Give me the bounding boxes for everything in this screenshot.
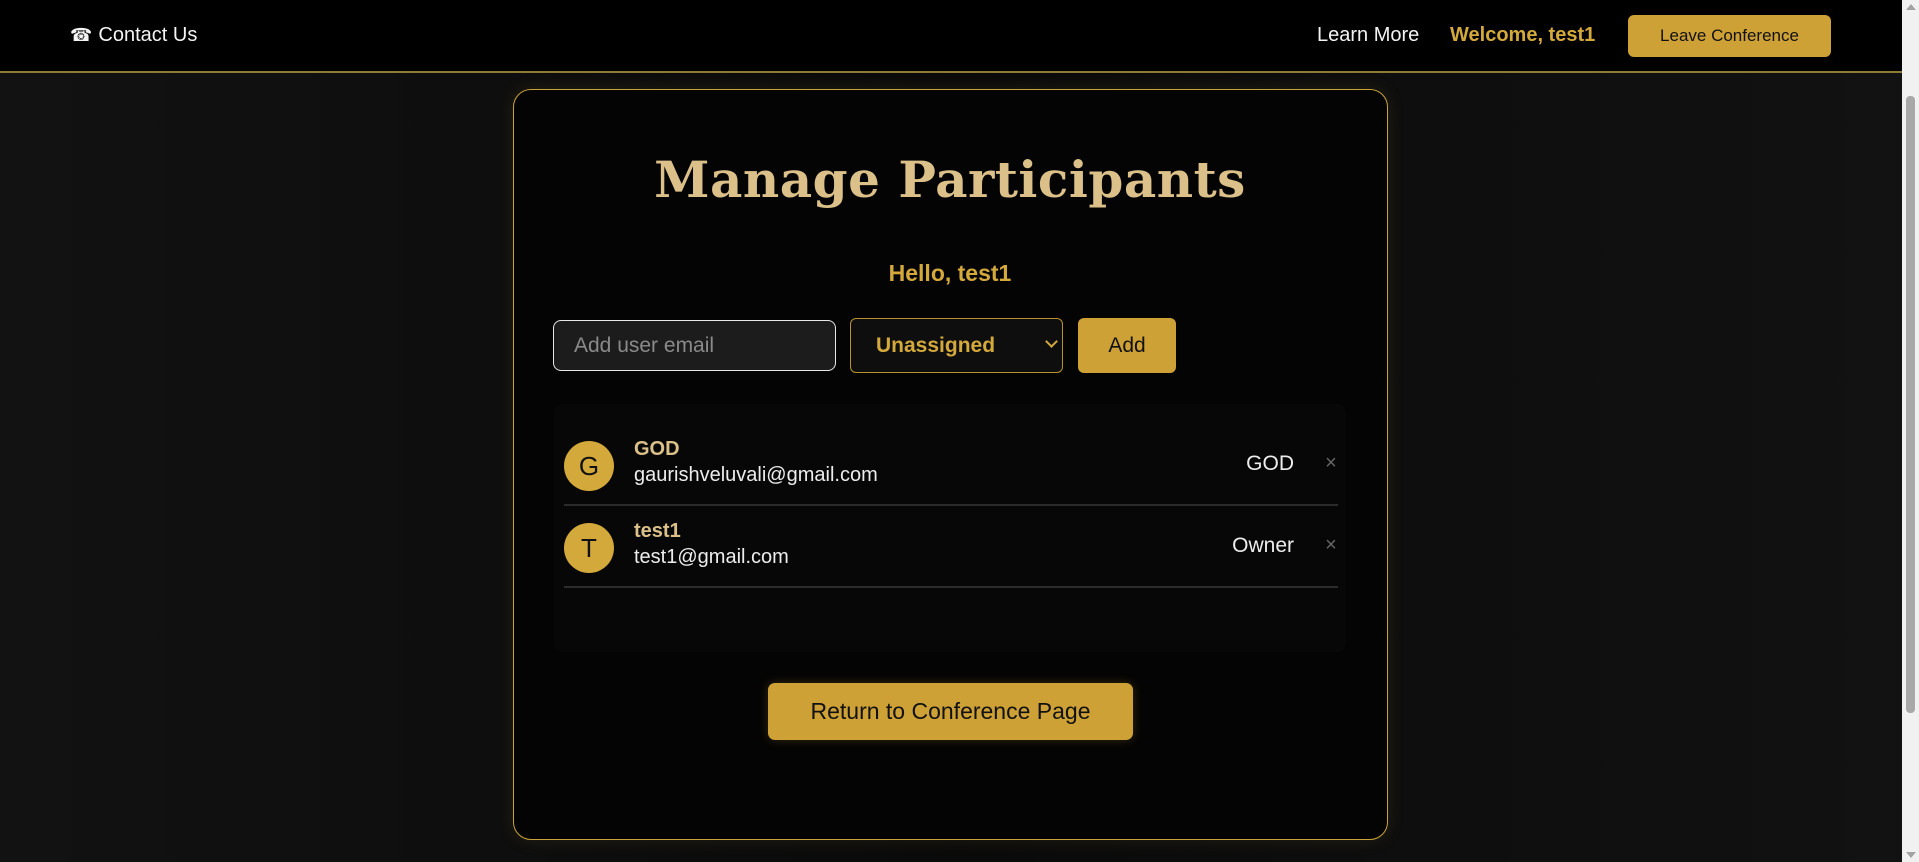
scrollbar-thumb[interactable]: [1906, 96, 1915, 713]
avatar: G: [564, 441, 614, 491]
greeting-text: Hello, test1: [888, 260, 1012, 286]
scroll-up-icon[interactable]: [1906, 4, 1916, 10]
participant-row: T test1 test1@gmail.com Owner ×: [564, 506, 1338, 588]
add-user-email-input[interactable]: [553, 320, 836, 371]
learn-more-link[interactable]: Learn More: [1317, 24, 1419, 47]
participant-name: GOD: [634, 438, 680, 460]
participant-name: test1: [634, 520, 681, 542]
welcome-text: Welcome, test1: [1450, 24, 1596, 46]
contact-us-link[interactable]: ☎ Contact Us: [70, 24, 197, 47]
add-participant-button[interactable]: Add: [1078, 318, 1176, 373]
role-select[interactable]: Unassigned: [850, 318, 1063, 373]
return-to-conference-button[interactable]: Return to Conference Page: [768, 683, 1133, 740]
page-scrollbar[interactable]: [1902, 0, 1919, 862]
leave-conference-button[interactable]: Leave Conference: [1628, 15, 1831, 57]
avatar: T: [564, 523, 614, 573]
scroll-down-icon[interactable]: [1906, 852, 1916, 858]
chevron-down-icon: [1045, 335, 1058, 348]
page-title: Manage Participants: [654, 150, 1246, 209]
participant-row: G GOD gaurishveluvali@gmail.com GOD ×: [564, 424, 1338, 506]
contact-us-label: Contact Us: [98, 24, 198, 46]
remove-participant-icon[interactable]: ×: [1324, 452, 1338, 475]
participant-email: gaurishveluvali@gmail.com: [634, 464, 878, 486]
role-select-value: Unassigned: [876, 333, 996, 357]
participant-email: test1@gmail.com: [634, 546, 789, 568]
remove-participant-icon[interactable]: ×: [1324, 534, 1338, 557]
phone-icon: ☎: [70, 25, 93, 45]
participant-role: GOD: [1246, 452, 1294, 475]
top-navbar: ☎ Contact Us Learn More Welcome, test1 L…: [0, 0, 1902, 73]
participant-role: Owner: [1232, 534, 1294, 557]
